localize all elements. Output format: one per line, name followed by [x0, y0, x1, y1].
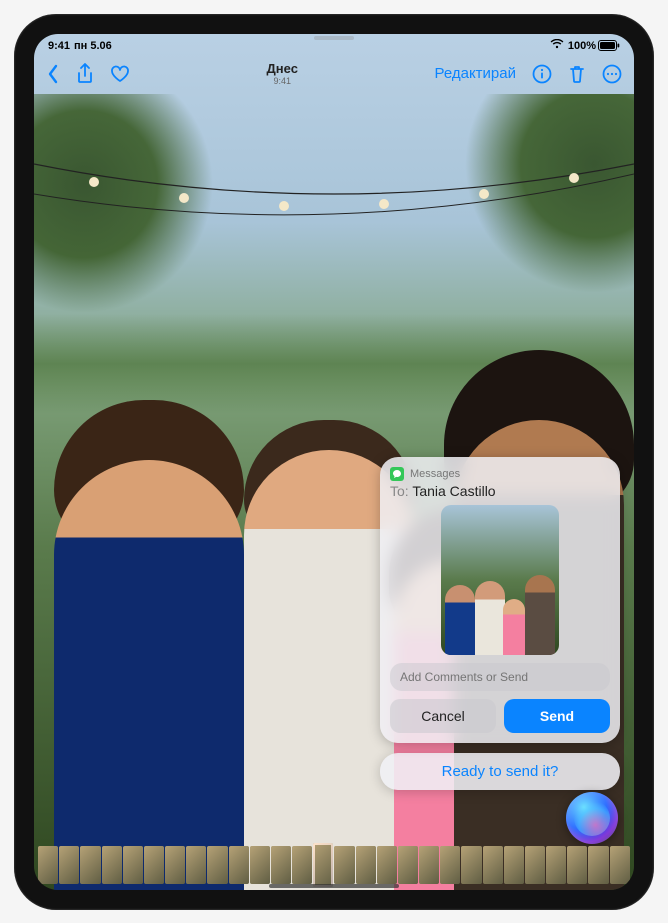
thumbnail[interactable] — [102, 846, 122, 884]
thumbnail[interactable] — [610, 846, 630, 884]
thumbnail[interactable] — [377, 846, 397, 884]
thumbnail[interactable] — [356, 846, 376, 884]
thumbnail[interactable] — [229, 846, 249, 884]
thumbnail[interactable] — [398, 846, 418, 884]
thumbnail-selected[interactable] — [313, 843, 333, 887]
battery-indicator: 100% — [568, 40, 620, 52]
thumbnail[interactable] — [588, 846, 608, 884]
thumbnail[interactable] — [525, 846, 545, 884]
siri-orb[interactable] — [566, 792, 618, 844]
page-title: Днес — [130, 61, 435, 76]
scene-lights — [34, 154, 634, 244]
siri-message-card: Messages To: Tania Castillo Cancel Send — [380, 457, 620, 743]
scene-person — [54, 460, 244, 890]
page-subtitle: 9:41 — [130, 76, 435, 86]
thumbnail[interactable] — [419, 846, 439, 884]
cancel-button[interactable]: Cancel — [390, 699, 496, 733]
status-time: 9:41 — [48, 40, 70, 52]
photo-thumbnail-strip[interactable] — [34, 846, 634, 884]
wifi-icon — [550, 39, 564, 52]
favorite-button[interactable] — [110, 65, 130, 83]
battery-percent: 100% — [568, 40, 596, 52]
thumbnail[interactable] — [144, 846, 164, 884]
thumbnail[interactable] — [334, 846, 354, 884]
thumbnail[interactable] — [567, 846, 587, 884]
thumbnail[interactable] — [250, 846, 270, 884]
thumbnail[interactable] — [440, 846, 460, 884]
comment-input[interactable] — [390, 663, 610, 691]
thumbnail[interactable] — [38, 846, 58, 884]
multitask-pill[interactable] — [314, 36, 354, 40]
thumbnail[interactable] — [292, 846, 312, 884]
thumbnail[interactable] — [483, 846, 503, 884]
home-indicator[interactable] — [269, 884, 399, 888]
messages-app-icon — [390, 467, 404, 481]
thumbnail[interactable] — [546, 846, 566, 884]
thumbnail[interactable] — [504, 846, 524, 884]
share-button[interactable] — [76, 63, 94, 85]
to-label: To: — [390, 483, 409, 499]
photos-toolbar: Днес 9:41 Редактирай — [34, 54, 634, 94]
recipient-line[interactable]: To: Tania Castillo — [390, 483, 610, 499]
thumbnail[interactable] — [461, 846, 481, 884]
status-day: пн 5.06 — [74, 40, 112, 52]
attachment-preview[interactable] — [441, 505, 559, 655]
thumbnail[interactable] — [186, 846, 206, 884]
thumbnail[interactable] — [271, 846, 291, 884]
info-button[interactable] — [532, 64, 552, 84]
thumbnail[interactable] — [207, 846, 227, 884]
send-button[interactable]: Send — [504, 699, 610, 733]
thumbnail[interactable] — [80, 846, 100, 884]
thumbnail[interactable] — [59, 846, 79, 884]
messages-app-label: Messages — [410, 468, 460, 480]
thumbnail[interactable] — [123, 846, 143, 884]
recipient-name: Tania Castillo — [412, 483, 495, 499]
siri-prompt[interactable]: Ready to send it? — [380, 753, 620, 790]
thumbnail[interactable] — [165, 846, 185, 884]
edit-button[interactable]: Редактирай — [435, 65, 517, 82]
screen: 9:41 пн 5.06 100% — [34, 34, 634, 890]
siri-compose-panel: Messages To: Tania Castillo Cancel Send … — [380, 457, 620, 790]
more-button[interactable] — [602, 64, 622, 84]
back-button[interactable] — [46, 64, 60, 84]
ipad-device-frame: 9:41 пн 5.06 100% — [14, 14, 654, 910]
trash-button[interactable] — [568, 64, 586, 84]
